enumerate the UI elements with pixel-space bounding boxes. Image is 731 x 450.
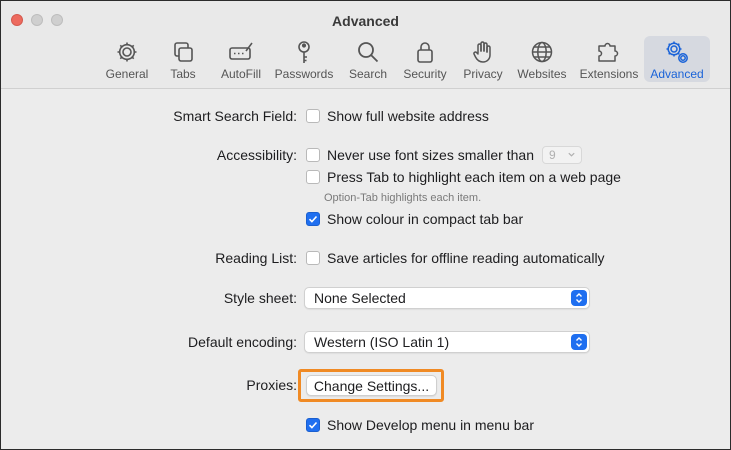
- style-sheet-label: Style sheet:: [223, 290, 297, 306]
- show-develop-menu-checkbox[interactable]: Show Develop menu in menu bar: [306, 417, 534, 433]
- tab-general[interactable]: General: [103, 36, 151, 82]
- min-font-size-value: 9: [549, 148, 556, 162]
- compact-tab-colour-checkbox[interactable]: Show colour in compact tab bar: [306, 211, 523, 227]
- checkbox-label: Show Develop menu in menu bar: [327, 417, 535, 433]
- updown-chevron-icon: [571, 290, 587, 306]
- checkbox-label: Press Tab to highlight each item on a we…: [327, 169, 621, 185]
- hand-icon: [473, 41, 491, 63]
- gear-icon: [117, 42, 137, 62]
- smart-search-label: Smart Search Field:: [173, 108, 297, 124]
- checkbox-label: Show colour in compact tab bar: [327, 211, 524, 227]
- reading-list-label: Reading List:: [215, 250, 297, 266]
- tab-label: Privacy: [463, 67, 503, 81]
- press-tab-checkbox[interactable]: Press Tab to highlight each item on a we…: [306, 169, 621, 185]
- checkbox-box[interactable]: [306, 251, 320, 265]
- tab-label: Search: [348, 67, 388, 81]
- tab-security[interactable]: Security: [400, 36, 450, 82]
- tab-label: Extensions: [579, 67, 639, 81]
- tab-label: Passwords: [274, 67, 334, 81]
- tab-label: Tabs: [170, 67, 196, 81]
- window-title: Advanced: [332, 13, 399, 29]
- style-sheet-value: None Selected: [314, 290, 406, 306]
- save-offline-checkbox[interactable]: Save articles for offline reading automa…: [306, 250, 605, 266]
- tab-extensions[interactable]: Extensions: [577, 36, 641, 82]
- checkbox-box[interactable]: [306, 418, 320, 432]
- chevron-down-icon: [568, 152, 575, 157]
- tabs-icon: [174, 42, 193, 62]
- tab-label: Security: [403, 67, 447, 81]
- proxies-label: Proxies:: [246, 377, 297, 393]
- globe-icon: [531, 41, 553, 63]
- toolbar: Advanced General Tabs AutoFill Passwords…: [1, 1, 730, 89]
- min-font-size-checkbox[interactable]: Never use font sizes smaller than: [306, 147, 534, 163]
- autofill-icon: [229, 42, 253, 60]
- tab-websites[interactable]: Websites: [515, 36, 569, 82]
- key-icon: [298, 41, 310, 63]
- checkmark-icon: [308, 421, 318, 429]
- tab-label: General: [105, 67, 149, 81]
- tab-tabs[interactable]: Tabs: [161, 36, 205, 82]
- lock-icon: [417, 42, 433, 63]
- tab-advanced[interactable]: Advanced: [644, 36, 710, 82]
- search-icon: [358, 42, 379, 63]
- tab-passwords[interactable]: Passwords: [273, 36, 335, 82]
- default-encoding-value: Western (ISO Latin 1): [314, 334, 450, 350]
- accessibility-label: Accessibility:: [216, 147, 297, 163]
- puzzle-icon: [598, 42, 619, 62]
- min-font-size-select[interactable]: 9: [542, 146, 582, 164]
- checkbox-box[interactable]: [306, 109, 320, 123]
- checkbox-label: Save articles for offline reading automa…: [327, 250, 605, 266]
- show-full-address-checkbox[interactable]: Show full website address: [306, 108, 489, 124]
- style-sheet-select[interactable]: None Selected: [304, 287, 590, 309]
- default-encoding-label: Default encoding:: [188, 334, 297, 350]
- checkmark-icon: [308, 215, 318, 223]
- settings-panel: Smart Search Field: Show full website ad…: [1, 90, 730, 449]
- tab-privacy[interactable]: Privacy: [459, 36, 507, 82]
- option-tab-hint: Option-Tab highlights each item.: [324, 192, 482, 204]
- change-settings-button[interactable]: Change Settings...: [306, 375, 437, 396]
- checkbox-label: Show full website address: [327, 108, 489, 124]
- checkbox-box[interactable]: [306, 148, 320, 162]
- tab-label: Websites: [517, 67, 567, 81]
- tab-label: Advanced: [650, 67, 704, 81]
- tab-label: AutoFill: [220, 67, 261, 81]
- checkbox-box[interactable]: [306, 212, 320, 226]
- checkbox-label: Never use font sizes smaller than: [327, 147, 534, 163]
- preferences-window: Advanced General Tabs AutoFill Passwords…: [0, 0, 731, 450]
- updown-chevron-icon: [571, 334, 587, 350]
- gears-icon: [666, 41, 688, 63]
- checkbox-box[interactable]: [306, 170, 320, 184]
- tab-autofill[interactable]: AutoFill: [215, 36, 267, 82]
- default-encoding-select[interactable]: Western (ISO Latin 1): [304, 331, 590, 353]
- tab-search[interactable]: Search: [344, 36, 392, 82]
